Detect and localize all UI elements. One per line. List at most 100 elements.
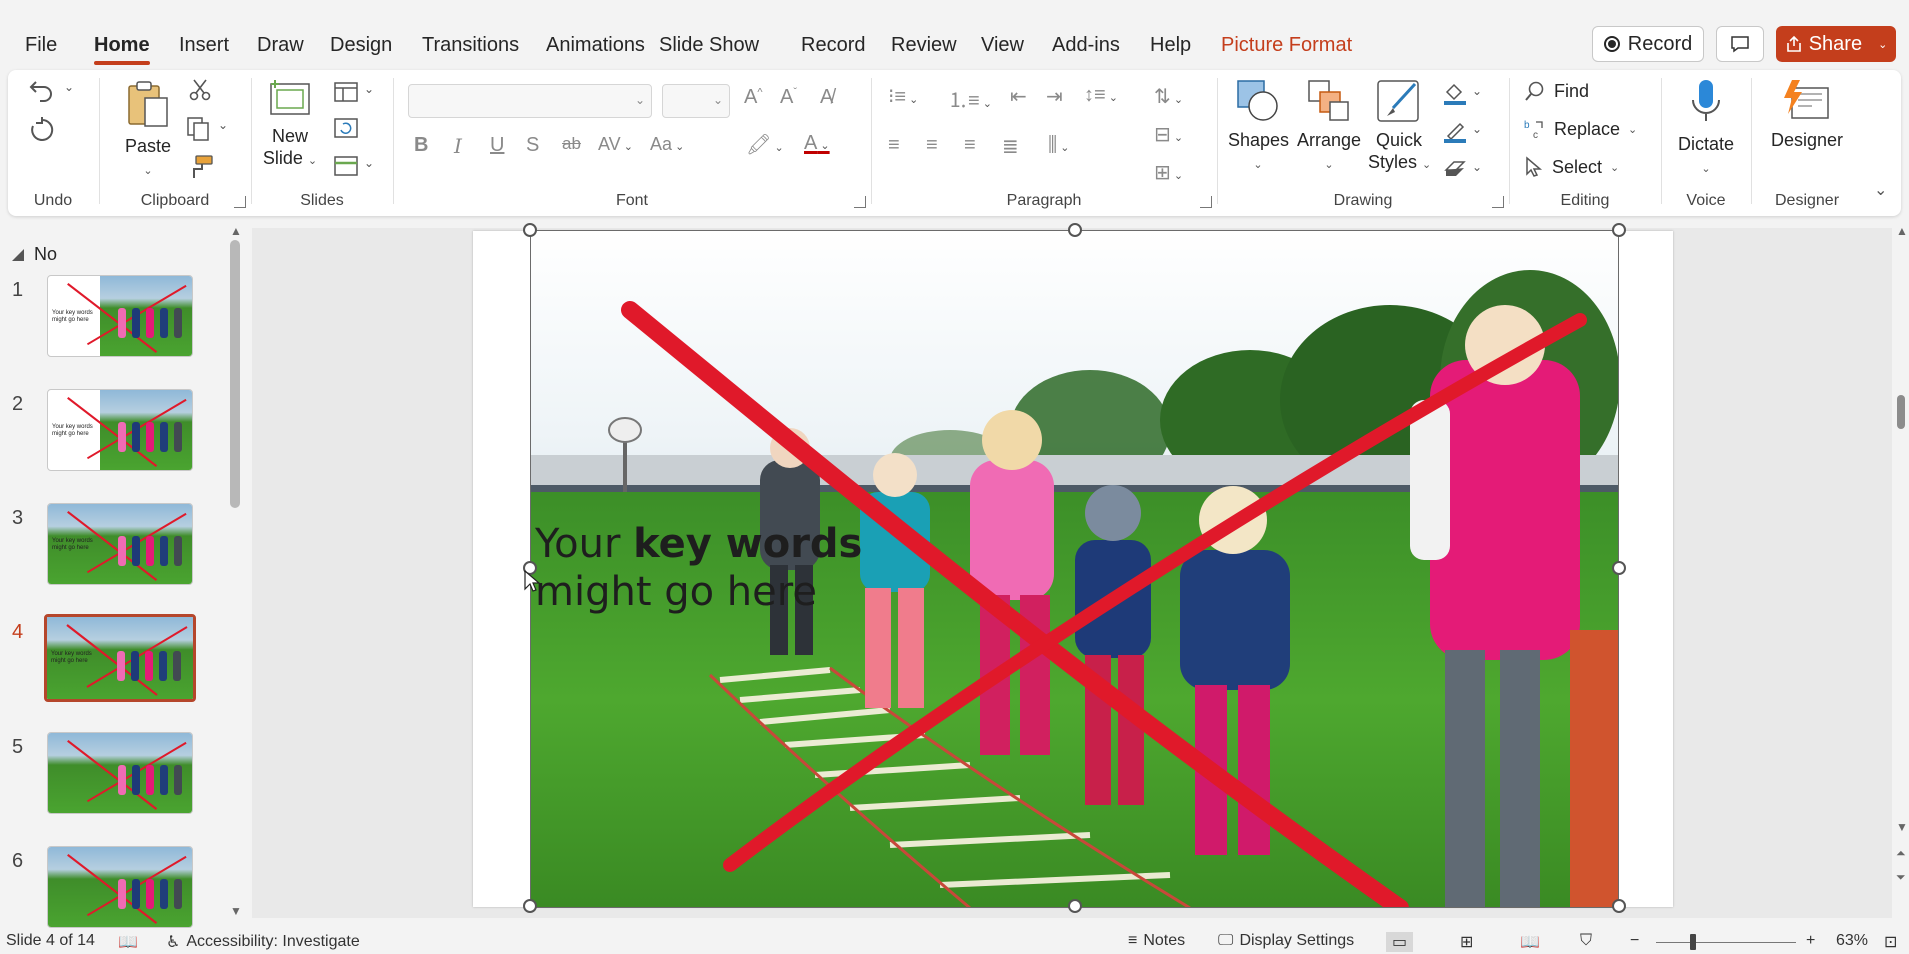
next-slide-icon[interactable]: ⏷ bbox=[1896, 870, 1906, 885]
increase-indent-icon[interactable]: ⇥ bbox=[1046, 84, 1063, 109]
previous-slide-icon[interactable]: ⏶ bbox=[1896, 846, 1906, 861]
accessibility-button[interactable]: ♿ Accessibility: Investigate bbox=[166, 932, 360, 952]
slide-title-text[interactable]: Your key words might go here bbox=[535, 520, 862, 616]
resize-handle-bottom-left[interactable] bbox=[523, 899, 537, 913]
italic-icon[interactable]: I bbox=[454, 134, 462, 158]
font-name-combo[interactable]: ⌄ bbox=[408, 84, 652, 118]
slide-thumbnail[interactable]: Your key words might go here bbox=[47, 503, 193, 585]
replace-button[interactable]: bc Replace ⌄ bbox=[1524, 118, 1637, 141]
layout-dropdown-icon[interactable]: ⌄ bbox=[364, 82, 374, 96]
text-shadow-icon[interactable]: S bbox=[526, 134, 539, 157]
cut-icon[interactable] bbox=[188, 78, 212, 102]
new-slide-dropdown-icon[interactable]: ⌄ bbox=[308, 155, 317, 167]
highlight-color-icon[interactable]: 🖍 ⌄ bbox=[746, 132, 784, 157]
line-spacing-icon[interactable]: ↕≡ ⌄ bbox=[1084, 84, 1118, 107]
canvas-scroll-up-icon[interactable]: ▲ bbox=[1896, 224, 1908, 238]
tab-picture-format[interactable]: Picture Format bbox=[1221, 34, 1352, 57]
zoom-level[interactable]: 63% bbox=[1836, 932, 1868, 950]
thumbnail-scroll-down-icon[interactable]: ▼ bbox=[230, 904, 242, 918]
numbering-icon[interactable]: ⒈≡ ⌄ bbox=[948, 84, 992, 113]
align-right-icon[interactable]: ≡ bbox=[964, 134, 976, 157]
strikethrough-icon[interactable]: ab bbox=[562, 134, 581, 154]
shape-effects-dropdown-icon[interactable]: ⌄ bbox=[1472, 160, 1482, 174]
align-center-icon[interactable]: ≡ bbox=[926, 134, 938, 157]
slide-thumbnail[interactable] bbox=[47, 732, 193, 814]
tab-home[interactable]: Home bbox=[94, 34, 150, 65]
thumbnail-scrollbar[interactable] bbox=[230, 240, 240, 508]
bold-icon[interactable]: B bbox=[414, 134, 428, 157]
text-direction-icon[interactable]: ⇅ ⌄ bbox=[1154, 84, 1183, 109]
new-slide-button[interactable]: New Slide ⌄ bbox=[258, 78, 322, 172]
shape-fill-dropdown-icon[interactable]: ⌄ bbox=[1472, 84, 1482, 98]
paragraph-dialog-launcher[interactable] bbox=[1200, 196, 1212, 208]
columns-icon[interactable]: ⫼ ⌄ bbox=[1048, 134, 1069, 157]
canvas-scrollbar[interactable] bbox=[1897, 395, 1905, 429]
comments-button[interactable] bbox=[1716, 26, 1764, 62]
slide-thumbnail[interactable]: Your key words might go here bbox=[47, 275, 193, 357]
select-button[interactable]: Select ⌄ bbox=[1524, 156, 1619, 178]
shapes-button[interactable]: Shapes ⌄ bbox=[1228, 78, 1289, 176]
share-dropdown-icon[interactable]: ⌄ bbox=[1878, 38, 1887, 51]
slide-show-icon[interactable]: ⛉ bbox=[1580, 932, 1592, 950]
underline-icon[interactable]: U bbox=[490, 134, 504, 157]
zoom-slider-thumb[interactable] bbox=[1690, 934, 1696, 950]
resize-handle-top[interactable] bbox=[1068, 223, 1082, 237]
zoom-slider-track[interactable] bbox=[1656, 942, 1796, 943]
shape-effects-icon[interactable] bbox=[1442, 158, 1468, 180]
format-painter-icon[interactable] bbox=[188, 154, 214, 180]
font-color-icon[interactable]: A ⌄ bbox=[804, 132, 830, 155]
designer-button[interactable]: Designer bbox=[1762, 78, 1852, 151]
resize-handle-top-left[interactable] bbox=[523, 223, 537, 237]
section-dropdown-icon[interactable]: ⌄ bbox=[364, 156, 374, 170]
undo-icon[interactable] bbox=[28, 78, 56, 102]
copy-icon[interactable] bbox=[186, 116, 212, 142]
section-icon[interactable] bbox=[334, 156, 358, 176]
zoom-out-button[interactable]: − bbox=[1630, 932, 1639, 950]
undo-dropdown-icon[interactable]: ⌄ bbox=[64, 80, 74, 94]
bullets-icon[interactable]: ⁝≡ ⌄ bbox=[888, 84, 918, 109]
record-button[interactable]: Record bbox=[1592, 26, 1704, 62]
tab-draw[interactable]: Draw bbox=[257, 34, 304, 57]
tab-design[interactable]: Design bbox=[330, 34, 392, 57]
slide-sorter-icon[interactable]: ⊞ bbox=[1460, 932, 1473, 952]
align-left-icon[interactable]: ≡ bbox=[888, 134, 900, 157]
find-button[interactable]: Find bbox=[1524, 80, 1589, 102]
shape-fill-icon[interactable] bbox=[1442, 82, 1468, 106]
tab-view[interactable]: View bbox=[981, 34, 1024, 57]
spelling-check-icon[interactable]: 📖 bbox=[118, 932, 138, 952]
normal-view-icon[interactable]: ▭ bbox=[1386, 932, 1414, 952]
decrease-font-size-icon[interactable]: Aˇ bbox=[780, 86, 797, 109]
font-dialog-launcher[interactable] bbox=[854, 196, 866, 208]
tab-record[interactable]: Record bbox=[801, 34, 865, 57]
slide-indicator[interactable]: Slide 4 of 14 bbox=[6, 932, 95, 950]
slide-thumbnail[interactable]: Your key words might go here bbox=[47, 389, 193, 471]
clear-formatting-icon[interactable]: A̸ bbox=[820, 86, 833, 109]
tab-add-ins[interactable]: Add-ins bbox=[1052, 34, 1120, 57]
slide-thumbnail[interactable] bbox=[47, 846, 193, 928]
drawing-dialog-launcher[interactable] bbox=[1492, 196, 1504, 208]
redo-icon[interactable] bbox=[28, 116, 56, 144]
tab-slide-show[interactable]: Slide Show bbox=[659, 34, 759, 57]
shape-outline-icon[interactable] bbox=[1442, 120, 1468, 144]
copy-dropdown-icon[interactable]: ⌄ bbox=[218, 118, 228, 132]
tab-review[interactable]: Review bbox=[891, 34, 957, 57]
change-case-icon[interactable]: Aa ⌄ bbox=[650, 134, 684, 155]
align-text-icon[interactable]: ⊟ ⌄ bbox=[1154, 122, 1183, 147]
tab-insert[interactable]: Insert bbox=[179, 34, 229, 57]
paste-button[interactable]: Paste ⌄ bbox=[118, 78, 178, 182]
resize-handle-top-right[interactable] bbox=[1612, 223, 1626, 237]
paste-dropdown-icon[interactable]: ⌄ bbox=[143, 165, 152, 177]
resize-handle-right[interactable] bbox=[1612, 561, 1626, 575]
zoom-in-button[interactable]: + bbox=[1806, 932, 1815, 950]
thumbnail-scroll-up-icon[interactable]: ▲ bbox=[230, 224, 242, 238]
tab-transitions[interactable]: Transitions bbox=[422, 34, 519, 57]
quick-styles-button[interactable]: Quick Styles ⌄ bbox=[1368, 78, 1431, 176]
fit-to-window-icon[interactable]: ⊡ bbox=[1884, 932, 1897, 952]
slide-thumbnail[interactable]: Your key words might go here bbox=[44, 614, 196, 702]
notes-button[interactable]: ≡ Notes bbox=[1128, 932, 1185, 950]
reset-slide-icon[interactable] bbox=[334, 118, 358, 138]
reading-view-icon[interactable]: 📖 bbox=[1520, 932, 1540, 952]
increase-font-size-icon[interactable]: A^ bbox=[744, 86, 763, 109]
tab-animations[interactable]: Animations bbox=[546, 34, 645, 57]
character-spacing-icon[interactable]: AV ⌄ bbox=[598, 134, 633, 155]
